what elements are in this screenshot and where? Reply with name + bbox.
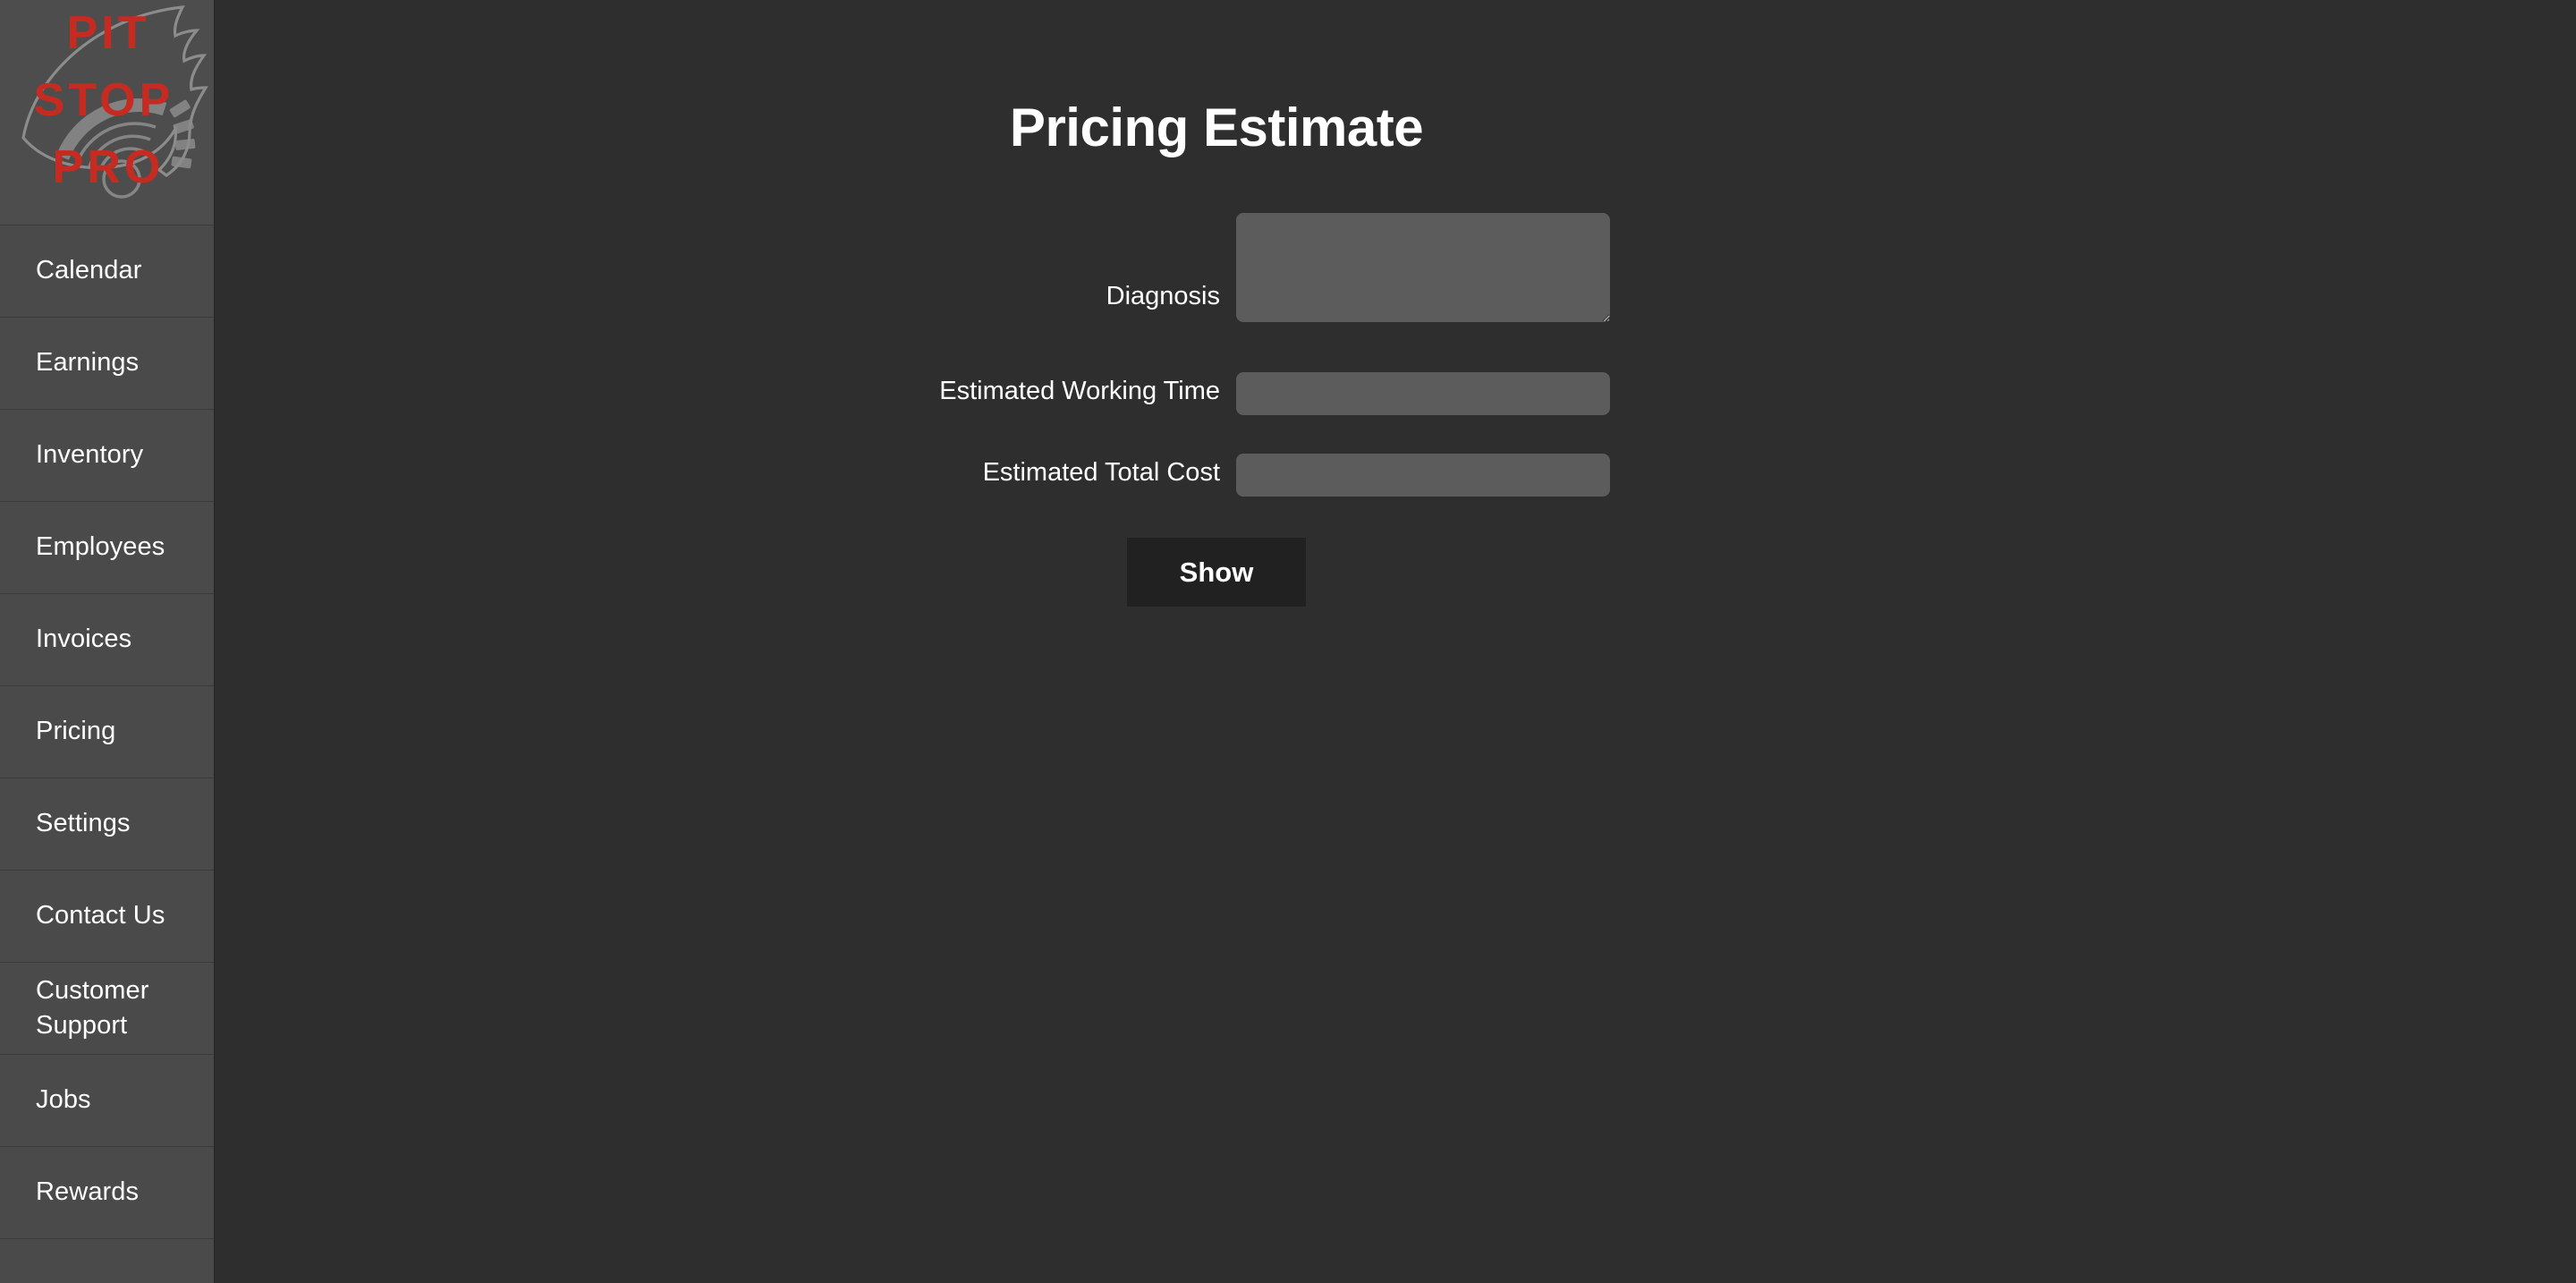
estimated-working-time-input[interactable] [1236,372,1610,415]
sidebar-item-inventory[interactable]: Inventory [0,410,214,502]
working-time-field-wrap [1236,372,1610,415]
sidebar-item-label: Earnings [36,348,140,378]
sidebar-item-label: Settings [36,809,131,838]
logo-text-pro: PRO [53,141,165,193]
sidebar-item-calendar[interactable]: Calendar [0,225,214,318]
sidebar-item-label: Contact Us [36,901,165,930]
main-content: Pricing Estimate Diagnosis Estimated Wor… [215,0,2576,1283]
sidebar-item-label: Pricing [36,717,116,746]
diagnosis-textarea[interactable] [1236,213,1610,322]
page-title: Pricing Estimate [1009,98,1424,157]
sidebar-item-settings[interactable]: Settings [0,778,214,871]
sidebar-item-label: Rewards [36,1177,140,1207]
logo-text-pit: PIT [67,7,150,59]
sidebar-item-label: Jobs [36,1085,91,1115]
form-row-diagnosis: Diagnosis [215,213,2218,322]
sidebar-item-rewards[interactable]: Rewards [0,1147,214,1239]
total-cost-field-wrap [1236,454,1610,497]
app-root: PIT STOP PRO Calendar Earnings Inventory… [0,0,2576,1283]
pricing-estimate-form: Diagnosis Estimated Working Time Estimat… [215,213,2218,607]
diagnosis-label: Diagnosis [1106,282,1220,310]
sidebar-item-label: Customer Support [36,975,149,1040]
form-row-total-cost: Estimated Total Cost [215,454,2218,497]
estimated-working-time-label: Estimated Working Time [939,377,1220,405]
sidebar-item-pricing[interactable]: Pricing [0,686,214,778]
sidebar-item-contact-us[interactable]: Contact Us [0,871,214,963]
sidebar-item-label: Calendar [36,256,142,285]
logo-text-stop: STOP [34,74,174,126]
form-row-working-time: Estimated Working Time [215,372,2218,415]
pit-stop-pro-logo-icon: PIT STOP PRO [21,5,208,199]
show-button[interactable]: Show [1127,538,1306,607]
sidebar-item-earnings[interactable]: Earnings [0,318,214,410]
sidebar-item-label: Employees [36,532,165,562]
estimated-total-cost-label: Estimated Total Cost [982,458,1220,487]
diagnosis-field-wrap [1236,213,1610,322]
sidebar-item-customer-support[interactable]: Customer Support [0,963,214,1055]
sidebar-item-employees[interactable]: Employees [0,502,214,594]
estimated-total-cost-input[interactable] [1236,454,1610,497]
submit-row: Show [215,497,2218,607]
sidebar-item-jobs[interactable]: Jobs [0,1055,214,1147]
sidebar: PIT STOP PRO Calendar Earnings Inventory… [0,0,215,1283]
sidebar-item-invoices[interactable]: Invoices [0,594,214,686]
sidebar-item-label: Inventory [36,440,144,470]
sidebar-item-label: Invoices [36,625,132,654]
brand-logo[interactable]: PIT STOP PRO [0,0,214,225]
